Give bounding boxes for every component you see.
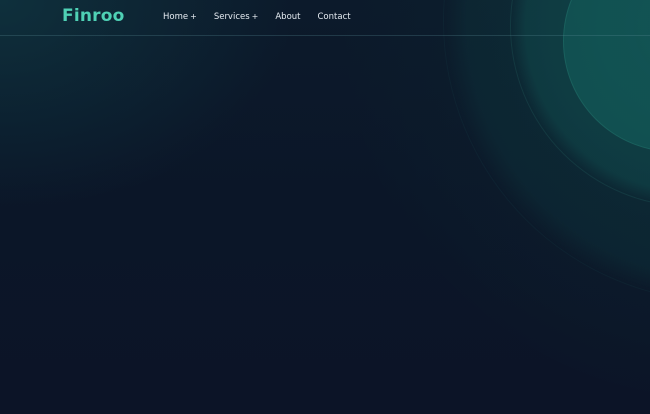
hero-background — [0, 0, 650, 414]
site-header: Finroo Home + Services + About Contact — [0, 0, 650, 36]
nav-item-services-label: Services — [213, 12, 250, 22]
nav-item-home-label: Home — [163, 12, 189, 22]
nav-item-about[interactable]: About — [275, 12, 300, 22]
main-nav: Home + Services + About Contact — [163, 12, 368, 22]
nav-item-about-label: About — [275, 12, 301, 22]
brand-logo[interactable]: Finroo — [62, 6, 125, 26]
nav-item-services[interactable]: Services + — [214, 12, 259, 22]
nav-item-home[interactable]: Home + — [163, 12, 197, 22]
plus-icon: + — [190, 12, 197, 21]
nav-item-contact[interactable]: Contact — [318, 12, 351, 22]
plus-icon: + — [251, 12, 259, 21]
nav-item-contact-label: Contact — [317, 12, 351, 22]
